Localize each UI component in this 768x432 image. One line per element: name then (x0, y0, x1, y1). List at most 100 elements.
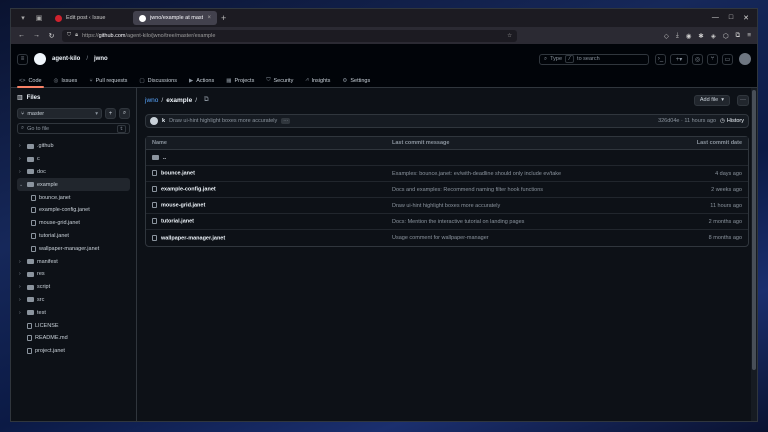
chevron-right-icon: › (19, 296, 21, 303)
file-tree-item[interactable]: › src (17, 294, 130, 307)
file-tree-item[interactable]: project.janet (17, 345, 130, 358)
file-tree-item[interactable]: › manifest (17, 255, 130, 268)
file-tree-item[interactable]: › doc (17, 166, 130, 179)
extension-icon-1[interactable]: ✱ (698, 32, 703, 40)
minimize-icon[interactable]: — (712, 14, 719, 22)
parent-directory-link[interactable]: .. (163, 155, 166, 161)
tab-discussions[interactable]: ▢ Discussions (139, 74, 177, 87)
parent-directory-row[interactable]: .. (146, 150, 748, 166)
github-logo-icon[interactable] (34, 53, 46, 65)
branch-selector[interactable]: ⑂ master ▾ (17, 108, 102, 119)
copy-path-icon[interactable]: ⧉ (204, 96, 209, 104)
file-tree-item[interactable]: › .github (17, 140, 130, 153)
tab-actions[interactable]: ▶ Actions (189, 74, 214, 87)
history-link[interactable]: ◷ History (720, 118, 744, 124)
pocket-icon[interactable]: ◇ (664, 32, 669, 40)
file-link[interactable]: mouse-grid.janet (161, 203, 205, 209)
extensions-icon[interactable]: ⧉ (736, 32, 741, 40)
file-tree-item[interactable]: bounce.janet (17, 191, 130, 204)
owner-link[interactable]: agent-kilo (52, 56, 80, 62)
file-icon (152, 234, 157, 241)
tab-security[interactable]: ⛉ Security (266, 74, 293, 87)
file-tree-item[interactable]: ⌄ example (17, 178, 130, 192)
extension-icon-2[interactable]: ◈ (711, 32, 716, 40)
commit-message[interactable]: Draw ui-hint highlight boxes more accura… (169, 118, 277, 124)
collapse-sidebar-icon[interactable]: ▥ (17, 94, 23, 101)
file-tree-item[interactable]: › script (17, 281, 130, 294)
scrollbar[interactable] (751, 88, 757, 421)
commit-message-link[interactable]: Draw ui-hint highlight boxes more accura… (386, 198, 658, 214)
file-tree-item[interactable]: › c (17, 153, 130, 166)
file-tree-item[interactable]: tutorial.janet (17, 230, 130, 243)
file-tree-item[interactable]: LICENSE (17, 319, 130, 332)
file-tree-item[interactable]: wallpaper-manager.janet (17, 242, 130, 255)
back-icon[interactable]: ← (17, 32, 26, 39)
commit-expand-button[interactable]: ··· (281, 118, 291, 124)
close-window-icon[interactable]: ✕ (743, 14, 749, 22)
issue-icon: ◎ (53, 77, 59, 84)
scrollbar-thumb[interactable] (752, 90, 756, 370)
commit-meta[interactable]: 326d04e · 11 hours ago (658, 118, 716, 124)
browser-tab-issue[interactable]: Edit post ‹ Issue (49, 11, 129, 25)
issues-icon[interactable]: ◎ (692, 53, 703, 65)
file-link[interactable]: wallpaper-manager.janet (161, 235, 225, 241)
tab-list-icon[interactable]: ▾ (17, 12, 29, 24)
inbox-icon[interactable]: ▭ (722, 53, 733, 65)
avatar[interactable] (739, 53, 751, 65)
file-tree-item[interactable]: example-config.janet (17, 204, 130, 217)
breadcrumb-repo-link[interactable]: jwno (145, 97, 158, 104)
file-tree-item[interactable]: › res (17, 268, 130, 281)
search-files-button[interactable]: ⌕ (119, 108, 130, 119)
forward-icon[interactable]: → (32, 32, 41, 39)
tab-pull-requests[interactable]: ⑂ Pull requests (89, 74, 127, 87)
account-icon[interactable]: ◉ (686, 32, 692, 40)
hamburger-menu-icon[interactable]: ≡ (17, 53, 28, 65)
new-tab-icon[interactable]: + (221, 13, 231, 23)
repo-link[interactable]: jwno (94, 56, 108, 62)
search-input[interactable]: ⌕ Type / to search (539, 53, 649, 65)
commit-author[interactable]: k (162, 118, 165, 124)
tab-code[interactable]: <> Code (17, 74, 44, 88)
file-tree-label: README.md (35, 335, 68, 342)
tab-issues[interactable]: ◎ Issues (54, 74, 78, 87)
close-tab-icon[interactable]: × (207, 15, 211, 21)
table-row[interactable]: example-config.janet Docs and examples: R… (146, 182, 748, 198)
reload-icon[interactable]: ↻ (47, 32, 56, 40)
bookmark-star-icon[interactable]: ☆ (507, 33, 512, 39)
file-tree-item[interactable]: › test (17, 306, 130, 319)
commit-message-link[interactable]: Docs: Mention the interactive tutorial o… (386, 214, 658, 230)
file-link[interactable]: tutorial.janet (161, 219, 194, 225)
file-tree-item[interactable]: mouse-grid.janet (17, 217, 130, 230)
go-to-file-input[interactable]: ⌕ Go to file t (17, 123, 130, 134)
add-file-button[interactable]: Add file ▾ (693, 94, 730, 106)
file-tree-item[interactable]: README.md (17, 332, 130, 345)
file-icon (31, 245, 36, 252)
table-row[interactable]: mouse-grid.janet Draw ui-hint highlight b… (146, 198, 748, 214)
commit-message-link[interactable]: Usage comment for wallpaper-manager (386, 230, 658, 246)
file-link[interactable]: example-config.janet (161, 187, 216, 193)
pull-requests-icon[interactable]: ⑂ (707, 53, 718, 65)
commit-author-avatar[interactable] (150, 117, 158, 125)
command-palette-icon[interactable]: ›_ (655, 53, 666, 65)
browser-tab-github[interactable]: jwno/example at master · agent-kilo/jwno… (133, 11, 217, 25)
add-file-plus-button[interactable]: + (105, 108, 116, 119)
commit-message-link[interactable]: Docs and examples: Recommend naming filt… (386, 182, 658, 198)
maximize-icon[interactable]: □ (729, 14, 733, 22)
tab-projects[interactable]: ▦ Projects (226, 74, 254, 87)
table-row[interactable]: wallpaper-manager.janet Usage comment for… (146, 230, 748, 246)
table-row[interactable]: tutorial.janet Docs: Mention the interact… (146, 214, 748, 230)
table-row[interactable]: bounce.janet Examples: bounce.janet: ev/w… (146, 166, 748, 182)
file-link[interactable]: bounce.janet (161, 171, 195, 177)
firefox-view-icon[interactable]: ▣ (33, 12, 45, 24)
file-tree-label: bounce.janet (39, 194, 71, 201)
create-new-icon[interactable]: +▾ (670, 53, 688, 65)
url-bar[interactable]: ⛉ 🔒︎ https://github.com/agent-kilo/jwno/… (62, 29, 517, 42)
downloads-icon[interactable]: ⤓ (676, 32, 679, 40)
more-options-button[interactable]: ··· (737, 94, 749, 106)
commit-message-link[interactable]: Examples: bounce.janet: ev/with-deadline… (386, 166, 658, 182)
file-tree-label: src (37, 296, 45, 303)
menu-icon[interactable]: ≡ (747, 32, 751, 40)
tab-settings[interactable]: ⚙ Settings (342, 74, 370, 87)
extension-icon-3[interactable]: ⬡ (723, 32, 729, 40)
tab-insights[interactable]: ⩘ Insights (305, 74, 330, 87)
